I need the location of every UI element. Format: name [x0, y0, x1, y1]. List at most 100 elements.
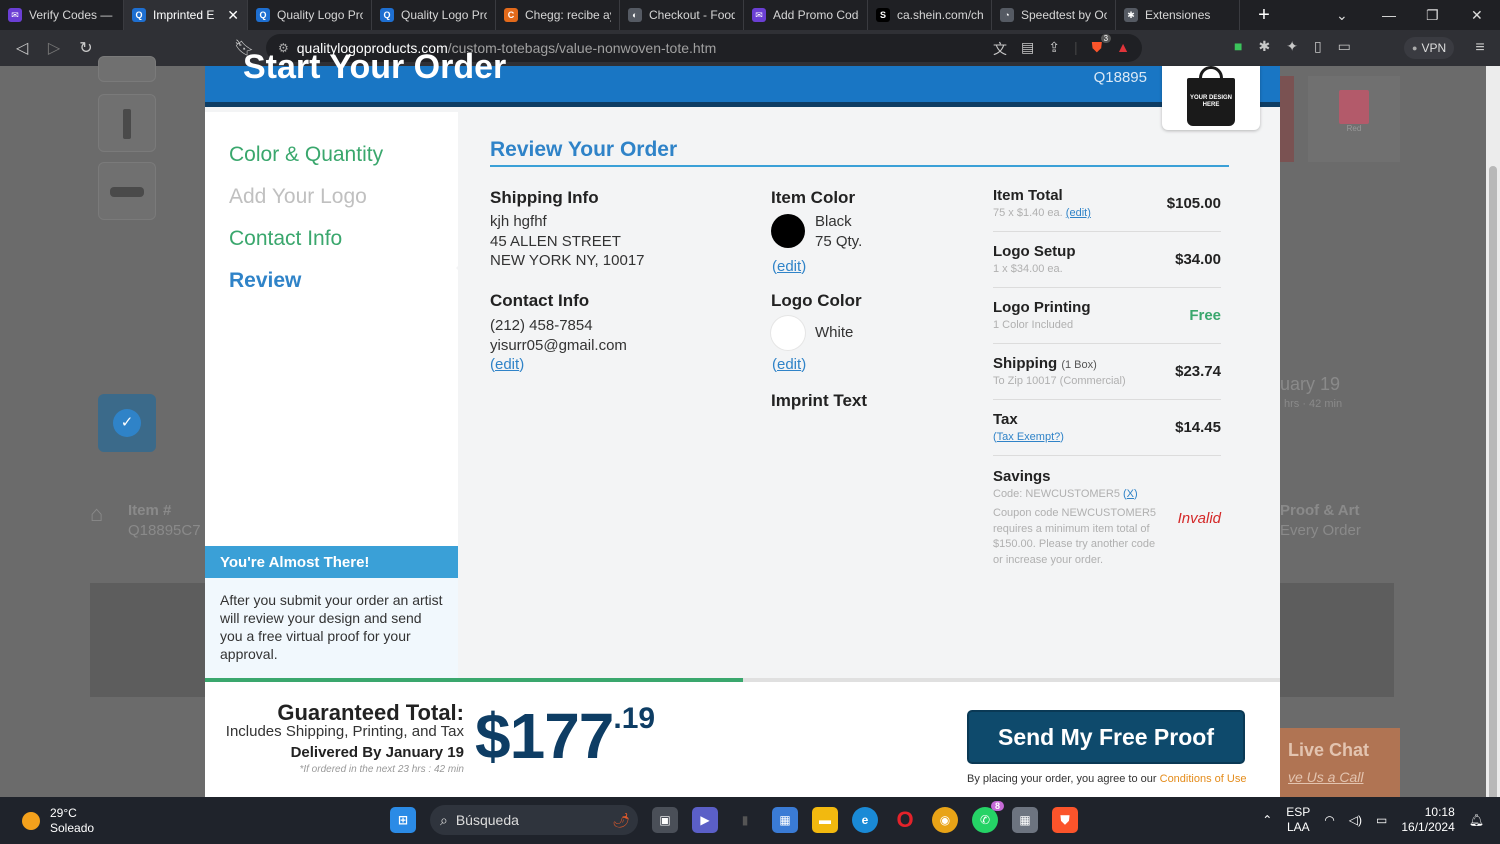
product-thumb-3[interactable]: [98, 162, 156, 220]
browser-tab[interactable]: Q Imprinted E ✕: [124, 0, 248, 30]
close-window-button[interactable]: ✕: [1471, 0, 1483, 30]
task-view-icon[interactable]: ▣: [652, 807, 678, 833]
summary-logo-printing: Logo Printing 1 Color Included Free: [993, 299, 1221, 344]
windows-taskbar: 29°C Soleado ⊞ ⌕ Búsqueda 🌶︎ ▣ ▶ ▮ ▦ ▬ e O …: [0, 797, 1500, 844]
weather-widget[interactable]: 29°C Soleado: [22, 806, 94, 836]
shipping-name: kjh hgfhf: [490, 213, 547, 230]
contact-details: (212) 458-7854 yisurr05@gmail.com (edit): [490, 317, 627, 373]
contact-email: yisurr05@gmail.com: [490, 336, 627, 354]
system-tray: ⌃ ESP LAA ◠ ◁) ▭ 10:18 16/1/2024 🔔︎: [1262, 805, 1484, 835]
tray-chevron-icon[interactable]: ⌃: [1262, 813, 1272, 827]
start-windows-icon[interactable]: ⊞: [390, 807, 416, 833]
extensions-puzzle-icon[interactable]: ✱: [1258, 38, 1270, 55]
remove-coupon-link[interactable]: X: [1127, 488, 1134, 500]
tab-title: Quality Logo Pro: [401, 8, 487, 22]
tote-bag-image: YOUR DESIGN HERE: [1187, 66, 1235, 126]
browser-tab[interactable]: ✉ Add Promo Code: [744, 0, 868, 30]
tab-title: Checkout - Food: [649, 8, 735, 22]
edit-contact-link[interactable]: edit: [495, 356, 519, 373]
browser-tab[interactable]: ✉ Verify Codes — S: [0, 0, 124, 30]
reload-icon[interactable]: ↻: [70, 38, 102, 58]
terms-prefix: By placing your order, you agree to our: [967, 773, 1157, 785]
close-tab-icon[interactable]: ✕: [223, 7, 239, 24]
edge-icon[interactable]: e: [852, 807, 878, 833]
pinned-app-icon[interactable]: ▮: [732, 807, 758, 833]
clock-time: 10:18: [1424, 805, 1455, 819]
browser-tab[interactable]: ◐ Checkout - Food: [620, 0, 744, 30]
bg-proof-label: Proof & Art: [1280, 502, 1360, 519]
calculator-icon[interactable]: ▦: [1012, 807, 1038, 833]
notifications-bell-icon[interactable]: 🔔︎: [1469, 813, 1484, 827]
browser-tab[interactable]: Q Quality Logo Pro: [372, 0, 496, 30]
leo-ai-icon[interactable]: ✦: [1286, 38, 1298, 55]
give-call-link[interactable]: ve Us a Call: [1288, 769, 1392, 785]
step-review[interactable]: Review: [229, 269, 301, 293]
tab-favicon-icon: ✉: [8, 8, 22, 22]
brave-shields-icon[interactable]: ⛊ 3: [1092, 34, 1112, 59]
wifi-icon[interactable]: ◠: [1324, 813, 1334, 827]
file-explorer-icon[interactable]: ▬: [812, 807, 838, 833]
brave-rewards-icon[interactable]: ▲: [1116, 39, 1130, 59]
product-thumb-2[interactable]: [98, 94, 156, 152]
battery-icon[interactable]: ▭: [1376, 813, 1387, 827]
item-color-swatch: [771, 214, 805, 248]
tab-favicon-icon: ✱: [1124, 8, 1138, 22]
language-indicator[interactable]: ESP LAA: [1286, 805, 1310, 835]
imprint-text-heading: Imprint Text: [771, 391, 868, 410]
taskbar-search[interactable]: ⌕ Búsqueda 🌶︎: [430, 805, 638, 835]
volume-icon[interactable]: ◁): [1349, 813, 1362, 827]
bg-date-label: uary 19: [1280, 374, 1341, 394]
extension-green-icon[interactable]: ■: [1234, 38, 1242, 55]
brave-browser-icon[interactable]: ⛊: [1052, 807, 1078, 833]
vpn-button[interactable]: ● VPN: [1404, 37, 1455, 59]
lang-secondary: LAA: [1286, 820, 1310, 834]
minimize-button[interactable]: —: [1382, 0, 1396, 30]
new-tab-button[interactable]: +: [1254, 4, 1274, 27]
delivery-date: Delivered By January 19: [290, 744, 464, 761]
step-contact-info[interactable]: Contact Info: [229, 227, 342, 251]
teams-chat-icon[interactable]: ▶: [692, 807, 718, 833]
browser-tab[interactable]: Q Quality Logo Pro: [248, 0, 372, 30]
menu-icon[interactable]: ≡: [1464, 39, 1496, 57]
sidebar-icon[interactable]: ▯: [1314, 38, 1322, 55]
scrollbar-thumb[interactable]: [1489, 166, 1497, 844]
conditions-of-use-link[interactable]: Conditions of Use: [1160, 773, 1247, 785]
maximize-button[interactable]: ❐: [1426, 0, 1439, 30]
logo-printing-label: Logo Printing: [993, 299, 1091, 316]
chrome-icon[interactable]: ◉: [932, 807, 958, 833]
send-free-proof-button[interactable]: Send My Free Proof: [967, 710, 1245, 764]
tab-search-chevron-icon[interactable]: ⌄: [1336, 0, 1348, 30]
opera-icon[interactable]: O: [892, 807, 918, 833]
lang-primary: ESP: [1286, 805, 1311, 819]
translate-icon[interactable]: 文: [993, 39, 1007, 59]
browser-tab[interactable]: C Chegg: recibe ay: [496, 0, 620, 30]
reader-mode-icon[interactable]: ▤: [1021, 39, 1034, 59]
edit-item-color-link[interactable]: edit: [777, 258, 801, 275]
page-scrollbar[interactable]: [1486, 66, 1500, 844]
modal-title: Start Your Order: [243, 48, 507, 86]
forward-icon[interactable]: ▷: [38, 38, 70, 58]
back-icon[interactable]: ◁: [6, 38, 38, 58]
clock[interactable]: 10:18 16/1/2024: [1401, 805, 1454, 835]
edit-logo-color-link[interactable]: edit: [777, 356, 801, 373]
sun-icon: [22, 812, 40, 830]
bg-red-tote-thumb[interactable]: Red: [1308, 76, 1400, 162]
shields-count-badge: 3: [1100, 34, 1112, 43]
product-thumb-1[interactable]: [98, 56, 156, 82]
edit-item-total-link[interactable]: (edit): [1066, 207, 1091, 219]
shipping-street: 45 ALLEN STREET: [490, 232, 621, 250]
browser-tab[interactable]: Sca.shein.com/che: [868, 0, 992, 30]
shipping-value: $23.74: [1175, 363, 1221, 380]
browser-tab[interactable]: ◔ Speedtest by Oo: [992, 0, 1116, 30]
share-icon[interactable]: ⇪: [1048, 39, 1060, 59]
browser-tab[interactable]: ✱ Extensiones: [1116, 0, 1240, 30]
whatsapp-icon[interactable]: ✆ 8: [972, 801, 1004, 833]
tax-exempt-link[interactable]: Tax Exempt?: [997, 431, 1061, 443]
live-chat-widget[interactable]: Live Chat ve Us a Call: [1280, 728, 1400, 798]
tab-title: Quality Logo Pro: [277, 8, 363, 22]
wallet-icon[interactable]: ▭: [1338, 38, 1351, 55]
bg-tote-tag: Red: [1346, 124, 1362, 133]
step-color-quantity[interactable]: Color & Quantity: [229, 143, 383, 167]
price-dollars: $177: [475, 700, 614, 772]
microsoft-store-icon[interactable]: ▦: [772, 807, 798, 833]
